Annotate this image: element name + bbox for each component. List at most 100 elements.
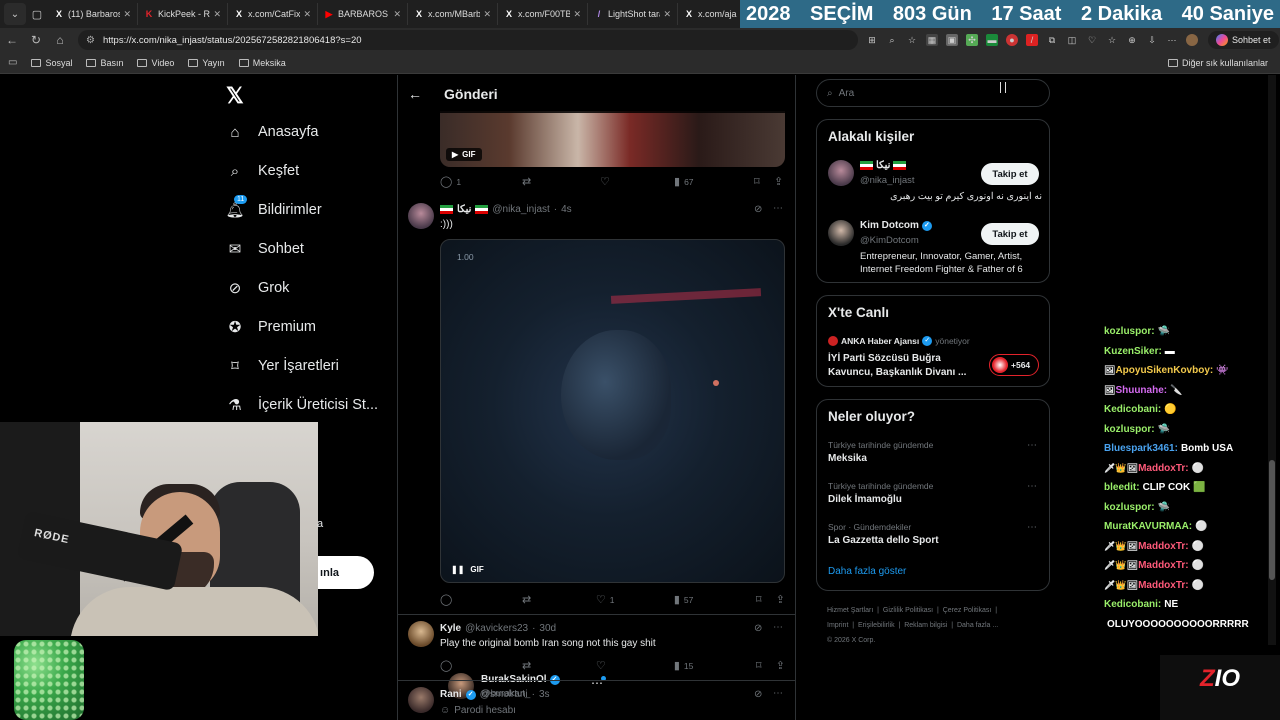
close-tab-icon[interactable]: ✕	[393, 9, 401, 20]
extensions-puzzle-icon[interactable]: ⧉	[1046, 34, 1058, 46]
browser-tab[interactable]: / LightShot taraf✕	[588, 3, 678, 25]
extension-2-icon[interactable]: ▣	[946, 34, 958, 46]
views-button[interactable]: ▮ 15	[674, 659, 756, 672]
trend-name[interactable]: Meksika	[828, 453, 867, 464]
footer-link[interactable]: Imprint	[827, 622, 848, 629]
bookmark-folder[interactable]: Sosyal	[31, 58, 72, 68]
browser-essentials-icon[interactable]: ♡	[1086, 34, 1098, 46]
repost-button[interactable]: ⇄	[522, 659, 596, 672]
previous-post-gif[interactable]: ▶ GIF	[440, 111, 785, 167]
grok-explain-icon[interactable]: ⊘	[754, 623, 762, 634]
close-tab-icon[interactable]: ✕	[663, 9, 671, 20]
views-button[interactable]: ▮ 67	[674, 175, 754, 188]
bookmark-button[interactable]: ⌑	[756, 593, 776, 606]
browser-tab[interactable]: ▶ BARBAROS GÜ✕	[318, 3, 408, 25]
trend-name[interactable]: Dilek İmamoğlu	[828, 494, 902, 505]
more-options-icon[interactable]: ⋯	[773, 203, 783, 214]
live-host[interactable]: ANKA Haber Ajansı ✓ yönetiyor	[828, 336, 970, 346]
follow-button[interactable]: Takip et	[981, 163, 1039, 185]
trend-more-icon[interactable]: ⋯	[1027, 481, 1037, 492]
like-button[interactable]: ♡	[596, 659, 674, 672]
reading-list-icon[interactable]: ▭	[8, 57, 17, 68]
avatar[interactable]	[408, 621, 434, 647]
extension-5-icon[interactable]: ●	[1006, 34, 1018, 46]
live-text[interactable]: İYİ Parti Sözcüsü Buğra Kavuncu, Başkanl…	[828, 352, 978, 380]
tweet-video[interactable]: 1.00 ❚❚ GIF	[440, 239, 785, 583]
avatar[interactable]	[828, 160, 854, 186]
video-controls[interactable]: ❚❚ GIF	[451, 565, 484, 574]
person-name[interactable]: Kim Dotcom ✓	[860, 220, 932, 231]
close-tab-icon[interactable]: ✕	[213, 9, 221, 20]
trend-name[interactable]: La Gazzetta dello Sport	[828, 535, 939, 546]
back-arrow-icon[interactable]: ←	[408, 86, 430, 102]
lightshot-extension-icon[interactable]: /	[1026, 34, 1038, 46]
reply-author[interactable]: Kyle @kavickers23 · 30d	[440, 623, 556, 634]
trend-more-icon[interactable]: ⋯	[1027, 522, 1037, 533]
reply-button[interactable]: ◯	[440, 659, 522, 672]
trend-more-icon[interactable]: ⋯	[1027, 440, 1037, 451]
extension-4-icon[interactable]: ▬	[986, 34, 998, 46]
like-button[interactable]: ♡	[600, 175, 674, 188]
tweet-time[interactable]: 3s	[539, 689, 550, 700]
nav-item-bookmark[interactable]: ⌑ Yer İşaretleri	[226, 357, 339, 375]
bookmark-folder[interactable]: Video	[137, 58, 174, 68]
back-icon[interactable]: ←	[0, 33, 24, 47]
reload-icon[interactable]: ↻	[24, 33, 48, 47]
share-button[interactable]: ⇪	[774, 175, 783, 188]
footer-link[interactable]: Erişilebilirlik	[858, 622, 895, 629]
favorite-star-icon[interactable]: ☆	[906, 34, 918, 46]
gif-badge[interactable]: ▶ GIF	[446, 148, 482, 161]
nav-item-creator[interactable]: ⚗ İçerik Üreticisi St...	[226, 396, 378, 414]
show-more-link[interactable]: Daha fazla göster	[828, 566, 906, 577]
browser-tab[interactable]: Xx.com/MBarbo ✕	[408, 3, 498, 25]
avatar[interactable]	[828, 220, 854, 246]
url-field[interactable]: ⚙ https://x.com/nika_injast/status/20256…	[78, 30, 858, 50]
follow-button[interactable]: Takip et	[981, 223, 1039, 245]
favorites-icon[interactable]: ☆	[1106, 34, 1118, 46]
tweet-time[interactable]: 30d	[539, 623, 556, 634]
repost-button[interactable]: ⇄	[522, 593, 596, 606]
pause-icon[interactable]: ❚❚	[451, 565, 464, 574]
search-input[interactable]: ⌕ Ara	[816, 79, 1050, 107]
nav-item-premium[interactable]: ✪ Premium	[226, 318, 316, 336]
zoom-icon[interactable]: ⌕	[886, 34, 898, 46]
close-tab-icon[interactable]: ✕	[303, 9, 311, 20]
x-logo-icon[interactable]: 𝕏	[226, 83, 244, 109]
close-tab-icon[interactable]: ✕	[573, 9, 581, 20]
footer-link[interactable]: Daha fazla ...	[957, 622, 998, 629]
bookmark-button[interactable]: ⌑	[754, 175, 774, 188]
tweet-time[interactable]: 4s	[561, 204, 572, 215]
share-button[interactable]: ⇪	[776, 659, 785, 672]
nav-item-search[interactable]: ⌕ Keşfet	[226, 162, 299, 180]
tweet-author[interactable]: نیکا @nika_injast · 4s	[440, 204, 572, 215]
avatar[interactable]	[408, 687, 434, 713]
more-options-icon[interactable]: ⋯	[773, 622, 783, 633]
profile-avatar-icon[interactable]	[1186, 34, 1198, 46]
more-menu-icon[interactable]: ⋯	[1166, 34, 1178, 46]
live-listeners[interactable]: +564	[989, 354, 1039, 376]
reply-button[interactable]: ◯ 1	[440, 175, 522, 188]
bookmark-button[interactable]: ⌑	[756, 659, 776, 672]
site-info-icon[interactable]: ⚙	[86, 35, 95, 46]
footer-link[interactable]: Reklam bilgisi	[904, 622, 947, 629]
home-browser-icon[interactable]: ⌂	[48, 33, 72, 47]
views-button[interactable]: ▮ 57	[674, 593, 756, 606]
nav-item-bell[interactable]: 🔔︎ 11 Bildirimler	[225, 195, 322, 219]
footer-link[interactable]: Çerez Politikası	[943, 607, 992, 614]
browser-tab[interactable]: K KickPeek - Real✕	[138, 3, 228, 25]
bookmark-folder[interactable]: Yayın	[188, 58, 225, 68]
extension-3-icon[interactable]: ✣	[966, 34, 978, 46]
post-button[interactable]: ınla	[318, 556, 374, 589]
grok-explain-icon[interactable]: ⊘	[754, 204, 762, 215]
nav-item-mail[interactable]: ✉ Sohbet	[226, 240, 304, 258]
split-screen-icon[interactable]: ◫	[1066, 34, 1078, 46]
avatar[interactable]	[408, 203, 434, 229]
browser-tab[interactable]: Xx.com/CatFixe ✕	[228, 3, 318, 25]
nav-item-grok[interactable]: ⊘ Grok	[226, 279, 290, 297]
other-bookmarks[interactable]: Diğer sık kullanılanlar	[1167, 58, 1268, 68]
workspaces-icon[interactable]: ▢	[26, 3, 48, 25]
close-tab-icon[interactable]: ✕	[483, 9, 491, 20]
footer-link[interactable]: Gizlilik Politikası	[883, 607, 933, 614]
person-name[interactable]: نیکا	[860, 160, 907, 171]
browser-tab[interactable]: Xx.com/F00TBA✕	[498, 3, 588, 25]
